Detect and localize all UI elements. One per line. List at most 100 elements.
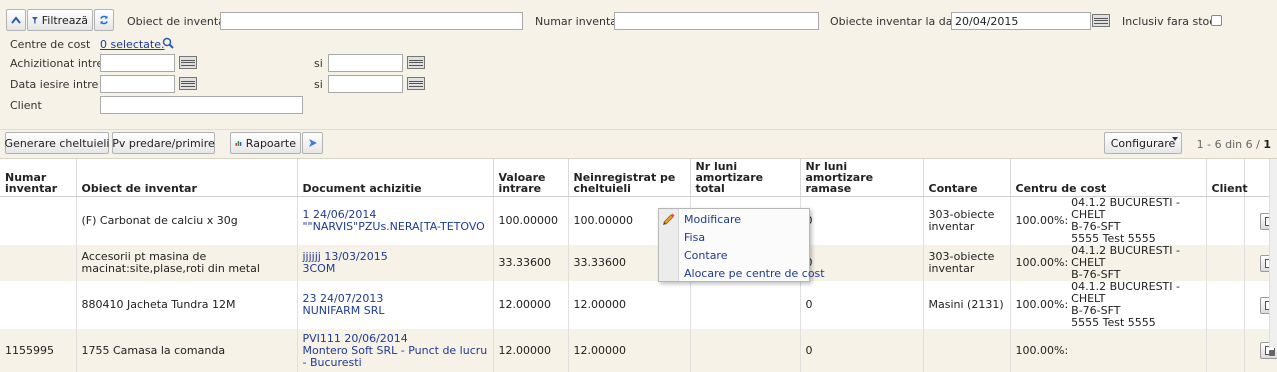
cell-obiect: (F) Carbonat de calciu x 30g: [76, 197, 297, 246]
cell-client: [1206, 281, 1244, 329]
rapoarte-expand-button[interactable]: [302, 132, 323, 154]
doc-supplier[interactable]: Montero Soft SRL - Punct de lucru - Bucu…: [303, 345, 488, 369]
cell-numar: [0, 197, 76, 246]
vertical-scrollbar[interactable]: [1269, 159, 1277, 348]
refresh-button[interactable]: [94, 9, 114, 31]
generare-cheltuieli-button[interactable]: Generare cheltuieli: [5, 132, 109, 154]
cell-client: [1206, 329, 1244, 372]
menu-item-alocare[interactable]: Alocare pe centre de cost: [684, 267, 825, 280]
col-obiect[interactable]: Obiect de inventar: [76, 159, 297, 197]
iesire-from-input[interactable]: [100, 75, 175, 93]
pager-text: 1 - 6 din 6 /: [1197, 138, 1264, 151]
calendar-icon[interactable]: [179, 77, 197, 90]
menu-item-modificare[interactable]: Modificare: [684, 213, 741, 226]
fara-stoc-label: Inclusiv fara stoc: [1122, 15, 1215, 28]
col-numar[interactable]: Numar inventar: [0, 159, 76, 197]
table-row[interactable]: 1155995 1755 Camasa la comanda PVI111 20…: [0, 329, 1277, 372]
generare-label: Generare cheltuieli: [5, 137, 110, 150]
cell-client: [1206, 197, 1244, 246]
pager: 1 - 6 din 6 / 1: [1197, 138, 1271, 151]
cell-luni-total: [690, 329, 800, 372]
cell-contare: [923, 329, 1010, 372]
doc-supplier[interactable]: NUNIFARM SRL: [303, 305, 488, 317]
numar-input[interactable]: [614, 12, 819, 30]
calendar-icon[interactable]: [407, 56, 425, 69]
doc-number[interactable]: PVI111 20/06/2014: [303, 333, 488, 345]
la-data-input[interactable]: [951, 12, 1091, 30]
centru-line: 5555 Test 5555: [1071, 317, 1200, 329]
achizitionat-from-input[interactable]: [100, 54, 175, 72]
col-contare[interactable]: Contare: [923, 159, 1010, 197]
si-label: si: [314, 57, 323, 70]
col-luni-total[interactable]: Nr luni amortizare total: [690, 159, 800, 197]
centru-pct: 100.00%:: [1016, 299, 1069, 311]
pager-page[interactable]: 1: [1263, 138, 1271, 151]
la-data-label: Obiecte inventar la data: [830, 15, 964, 28]
achizitionat-to-input[interactable]: [328, 54, 403, 72]
centru-line: 04.1.2 BUCURESTI - CHELT: [1071, 281, 1200, 305]
centru-line: 04.1.2 BUCURESTI - CHELT: [1071, 245, 1200, 269]
pv-predare-button[interactable]: Pv predare/primire: [112, 132, 215, 154]
rapoarte-label: Rapoarte: [246, 137, 296, 150]
cell-centru: 100.00%:04.1.2 BUCURESTI - CHELTB-76-SFT…: [1010, 281, 1206, 329]
chevron-right-icon: [308, 138, 318, 148]
filter-button[interactable]: Filtrează: [27, 9, 93, 31]
doc-supplier[interactable]: ""NARVIS"PZUs.NERA[TA-TETOVO: [303, 221, 488, 233]
table-header: Numar inventar Obiect de inventar Docume…: [0, 159, 1277, 197]
cell-document[interactable]: 1 24/06/2014""NARVIS"PZUs.NERA[TA-TETOVO: [297, 197, 493, 246]
col-luni-ramase[interactable]: Nr luni amortizare ramase: [800, 159, 923, 197]
cell-document[interactable]: 23 24/07/2013NUNIFARM SRL: [297, 281, 493, 329]
menu-item-fisa[interactable]: Fisa: [684, 231, 705, 244]
si-label: si: [314, 78, 323, 91]
achizitionat-label: Achizitionat intre: [10, 57, 103, 70]
centre-selectate-link[interactable]: 0 selectate.: [100, 38, 165, 51]
obiect-input[interactable]: [220, 12, 523, 30]
col-client[interactable]: Client: [1206, 159, 1244, 197]
col-valoare[interactable]: Valoare intrare: [493, 159, 568, 197]
client-label: Client: [10, 99, 42, 112]
centru-line: 04.1.2 BUCURESTI - CHELT: [1071, 197, 1200, 221]
col-neinregistrat[interactable]: Neinregistrat pe cheltuieli: [568, 159, 690, 197]
calendar-icon[interactable]: [1092, 14, 1110, 27]
refresh-icon: [99, 13, 109, 27]
centru-pct: 100.00%:: [1016, 215, 1069, 227]
col-centru[interactable]: Centru de cost: [1010, 159, 1206, 197]
table-row[interactable]: (F) Carbonat de calciu x 30g 1 24/06/201…: [0, 197, 1277, 246]
col-document[interactable]: Document achizitie: [297, 159, 493, 197]
cell-document[interactable]: PVI111 20/06/2014Montero Soft SRL - Punc…: [297, 329, 493, 372]
cell-document[interactable]: jjjjjj 13/03/20153COM: [297, 245, 493, 281]
table-row[interactable]: 880410 Jacheta Tundra 12M 23 24/07/2013N…: [0, 281, 1277, 329]
fara-stoc-checkbox[interactable]: [1211, 15, 1222, 26]
filter-panel: Filtrează Obiect de inventar Numar inven…: [0, 0, 1277, 130]
centru-pct: 100.00%:: [1016, 257, 1069, 269]
iesire-to-input[interactable]: [328, 75, 403, 93]
inventory-table: Numar inventar Obiect de inventar Docume…: [0, 159, 1277, 372]
cell-numar: [0, 281, 76, 329]
cell-contare: 303-obiecte inventar: [923, 197, 1010, 246]
cell-centru: 100.00%:: [1010, 329, 1206, 372]
cell-luni-total: [690, 281, 800, 329]
pencil-icon: [662, 212, 676, 226]
cell-neinregistrat: 12.00000: [568, 281, 690, 329]
calendar-icon[interactable]: [407, 77, 425, 90]
collapse-filter-button[interactable]: [6, 9, 26, 31]
table-row[interactable]: Accesorii pt masina de macinat:site,plas…: [0, 245, 1277, 281]
filter-button-label: Filtrează: [42, 14, 88, 27]
search-icon[interactable]: [162, 37, 174, 49]
numar-label: Numar inventar: [535, 15, 622, 28]
calendar-icon[interactable]: [179, 56, 197, 69]
pv-label: Pv predare/primire: [112, 137, 215, 150]
menu-item-contare[interactable]: Contare: [684, 249, 727, 262]
bar-chart-icon: [235, 137, 242, 149]
cell-valoare: 12.00000: [493, 281, 568, 329]
cell-centru: 100.00%:04.1.2 BUCURESTI - CHELTB-76-SFT…: [1010, 197, 1206, 246]
obiect-label: Obiect de inventar: [127, 15, 229, 28]
cell-neinregistrat: 12.00000: [568, 329, 690, 372]
configurare-button[interactable]: Configurare: [1104, 132, 1182, 154]
rapoarte-button[interactable]: Rapoarte: [230, 132, 301, 154]
grid-toolbar: Generare cheltuieli Pv predare/primire R…: [0, 130, 1277, 159]
client-input[interactable]: [100, 96, 303, 114]
cell-numar: [0, 245, 76, 281]
cell-obiect: 1755 Camasa la comanda: [76, 329, 297, 372]
doc-supplier[interactable]: 3COM: [303, 263, 488, 275]
